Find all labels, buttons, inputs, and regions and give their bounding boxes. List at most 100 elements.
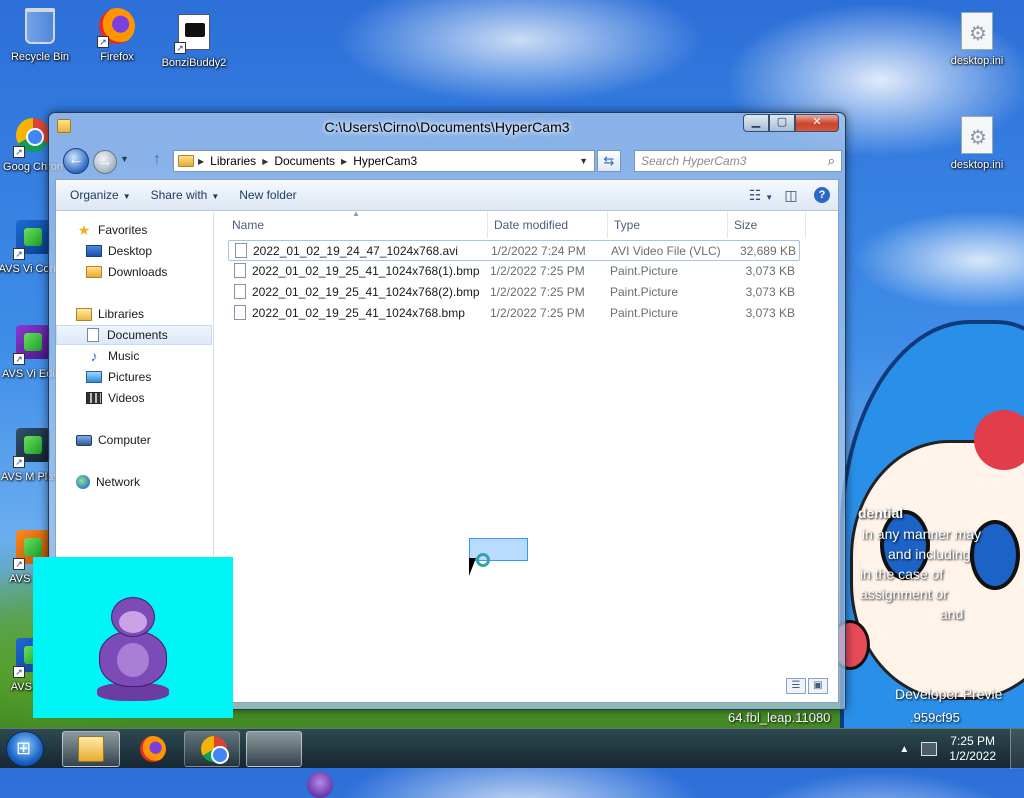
column-header-size[interactable]: Size xyxy=(728,212,806,238)
taskbar-firefox[interactable] xyxy=(124,731,180,767)
breadcrumb-hypercam3[interactable]: HyperCam3 xyxy=(353,154,417,168)
change-view-icon[interactable]: ☷ ▼ xyxy=(746,187,776,204)
start-button[interactable] xyxy=(6,731,44,767)
nav-item-libraries[interactable]: Libraries xyxy=(56,304,212,324)
desktop-icon-desktop-ini-1[interactable]: desktop.ini xyxy=(938,12,1016,68)
firefox-icon xyxy=(140,736,166,762)
chrome-icon: ↗ xyxy=(13,118,53,158)
close-button[interactable]: ✕ xyxy=(795,114,839,132)
nav-item-computer[interactable]: Computer xyxy=(56,430,212,450)
desktop-icon xyxy=(86,245,102,257)
caption-buttons: ▁ ▢ ✕ xyxy=(743,114,839,132)
arrow-up-icon[interactable]: ↑ xyxy=(153,151,161,169)
nav-item-favorites[interactable]: ★ Favorites xyxy=(56,220,212,240)
network-status-icon[interactable] xyxy=(921,742,938,756)
image-file-icon xyxy=(234,284,246,299)
chevron-right-icon[interactable]: ▶ xyxy=(341,157,347,166)
recent-pages-dropdown[interactable]: ▼ xyxy=(120,154,129,164)
table-row[interactable]: 2022_01_02_19_25_41_1024x768.bmp 1/2/202… xyxy=(228,303,800,324)
table-row[interactable]: 2022_01_02_19_24_47_1024x768.avi 1/2/202… xyxy=(228,240,800,261)
back-button[interactable]: ← xyxy=(63,148,89,174)
share-with-button[interactable]: Share with ▼ xyxy=(141,188,230,202)
watermark-line-2: in any manner may xyxy=(862,526,982,542)
refresh-icon: ⇆ xyxy=(603,153,615,168)
table-row[interactable]: 2022_01_02_19_25_41_1024x768(1).bmp 1/2/… xyxy=(228,261,800,282)
nav-item-pictures[interactable]: Pictures xyxy=(56,367,212,387)
system-tray: ▲ 7:25 PM 1/2/2022 xyxy=(899,729,1024,769)
network-icon xyxy=(76,475,90,489)
watermark-line-6: and xyxy=(940,606,964,622)
shortcut-arrow-icon: ↗ xyxy=(13,353,25,365)
command-bar-right: ☷ ▼ ◫ ? xyxy=(746,187,838,204)
bonzibuddy-icon xyxy=(307,772,333,798)
chrome-icon xyxy=(200,736,229,764)
taskbar-explorer[interactable] xyxy=(62,731,120,767)
nav-item-desktop[interactable]: Desktop xyxy=(56,241,212,261)
column-header-type[interactable]: Type xyxy=(608,212,728,238)
settings-file-icon xyxy=(957,116,997,156)
refresh-button[interactable]: ⇆ xyxy=(597,150,621,172)
bonzibuddy-window[interactable] xyxy=(33,557,233,718)
details-view-icon[interactable]: ☰ xyxy=(786,678,806,694)
chevron-down-icon[interactable]: ▼ xyxy=(579,156,588,166)
view-buttons: ☰ ▣ xyxy=(786,678,828,694)
nav-item-music[interactable]: ♪ Music xyxy=(56,346,212,366)
breadcrumb-documents[interactable]: Documents xyxy=(274,154,335,168)
wallpaper-anime-character xyxy=(820,320,1024,728)
shortcut-arrow-icon: ↗ xyxy=(13,248,25,260)
image-file-icon xyxy=(234,263,246,278)
watermark-line-3: and including xyxy=(888,546,971,562)
watermark-line-1: dential xyxy=(858,505,904,521)
title-bar[interactable]: C:\Users\Cirno\Documents\HyperCam3 ▁ ▢ ✕ xyxy=(49,113,845,141)
column-header-name[interactable]: Name xyxy=(226,212,488,238)
organize-button[interactable]: Organize ▼ xyxy=(56,188,141,202)
large-icons-view-icon[interactable]: ▣ xyxy=(808,678,828,694)
forward-button[interactable]: → xyxy=(93,150,117,174)
chevron-right-icon[interactable]: ▶ xyxy=(198,157,204,166)
chevron-right-icon[interactable]: ▶ xyxy=(262,157,268,166)
breadcrumb-libraries[interactable]: Libraries xyxy=(210,154,256,168)
arrow-right-icon: → xyxy=(98,153,112,169)
column-header-date-modified[interactable]: Date modified xyxy=(488,212,608,238)
shortcut-arrow-icon: ↗ xyxy=(13,456,25,468)
nav-item-downloads[interactable]: Downloads xyxy=(56,262,212,282)
computer-icon xyxy=(76,434,92,446)
taskbar-chrome[interactable] xyxy=(184,731,240,767)
shortcut-arrow-icon: ↗ xyxy=(174,42,186,54)
shortcut-arrow-icon: ↗ xyxy=(13,666,25,678)
bonzibuddy-gorilla-icon[interactable] xyxy=(93,597,173,707)
new-folder-button[interactable]: New folder xyxy=(229,188,306,202)
table-row[interactable]: 2022_01_02_19_25_41_1024x768(2).bmp 1/2/… xyxy=(228,282,800,303)
help-icon[interactable]: ? xyxy=(814,187,830,203)
show-hidden-icons-icon[interactable]: ▲ xyxy=(899,744,909,755)
desktop-icon-bonzibuddy2[interactable]: ↗ BonziBuddy2 xyxy=(155,14,233,70)
watermark-line-4: in the case of xyxy=(860,566,944,582)
shortcut-arrow-icon: ↗ xyxy=(13,146,25,158)
nav-item-videos[interactable]: Videos xyxy=(56,388,212,408)
desktop-icon-recycle-bin[interactable]: Recycle Bin xyxy=(1,8,79,64)
firefox-icon: ↗ xyxy=(97,8,137,48)
maximize-button[interactable]: ▢ xyxy=(769,114,795,132)
watermark-line-9: .959cf95 xyxy=(910,710,960,725)
image-file-icon xyxy=(234,305,246,320)
show-desktop-button[interactable] xyxy=(1010,729,1024,769)
arrow-left-icon: ← xyxy=(68,151,84,168)
clock[interactable]: 7:25 PM 1/2/2022 xyxy=(949,734,996,764)
minimize-button[interactable]: ▁ xyxy=(743,114,769,132)
folder-icon xyxy=(178,155,194,167)
address-bar[interactable]: ▶ Libraries ▶ Documents ▶ HyperCam3 ▼ xyxy=(173,150,595,172)
music-note-icon: ♪ xyxy=(90,348,98,364)
desktop-icon-firefox[interactable]: ↗ Firefox xyxy=(78,8,156,64)
clock-time: 7:25 PM xyxy=(950,734,995,748)
mouse-cursor-icon xyxy=(469,558,483,576)
taskbar-bonzibuddy[interactable] xyxy=(246,731,333,798)
magnifier-icon[interactable]: ⌕ xyxy=(828,153,835,169)
chevron-down-icon: ▼ xyxy=(211,192,220,201)
preview-pane-icon[interactable]: ◫ xyxy=(776,187,806,204)
nav-item-network[interactable]: Network xyxy=(56,472,212,492)
star-icon: ★ xyxy=(77,222,91,238)
nav-item-documents[interactable]: Documents xyxy=(56,325,212,345)
search-input[interactable]: Search HyperCam3 ⌕ xyxy=(634,150,842,172)
window-title: C:\Users\Cirno\Documents\HyperCam3 xyxy=(324,119,570,135)
desktop-icon-desktop-ini-2[interactable]: desktop.ini xyxy=(938,116,1016,172)
